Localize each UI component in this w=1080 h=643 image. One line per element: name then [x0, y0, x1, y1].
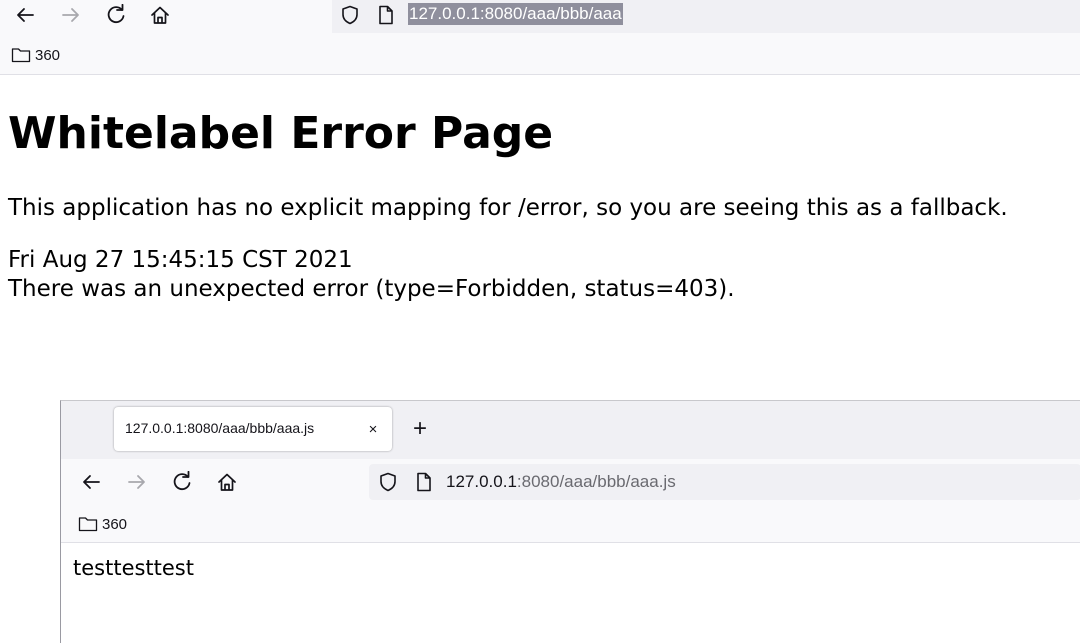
page-icon[interactable] — [412, 470, 436, 494]
bookmarks-bar: 360 — [0, 36, 1080, 75]
back-arrow-icon[interactable] — [79, 470, 103, 494]
tab-strip: 127.0.0.1:8080/aaa/bbb/aaa.js × + — [61, 401, 1080, 459]
error-timestamp: Fri Aug 27 15:45:15 CST 2021 — [8, 247, 353, 273]
new-tab-plus-icon[interactable]: + — [408, 417, 432, 441]
url-text-selected[interactable]: 127.0.0.1:8080/aaa/bbb/aaa — [408, 3, 623, 25]
inner-bookmarks-bar: 360 — [61, 505, 1080, 543]
forward-arrow-icon[interactable] — [59, 3, 83, 27]
tab-title: 127.0.0.1:8080/aaa/bbb/aaa.js — [125, 420, 315, 436]
error-message: This application has no explicit mapping… — [8, 195, 1008, 221]
inner-toolbar: 127.0.0.1:8080/aaa/bbb/aaa.js — [61, 459, 1080, 505]
inner-browser-window: 127.0.0.1:8080/aaa/bbb/aaa.js × + 127.0.… — [60, 400, 1080, 643]
forward-arrow-icon[interactable] — [125, 470, 149, 494]
reload-icon[interactable] — [170, 470, 194, 494]
reload-icon[interactable] — [104, 3, 128, 27]
url-path: :8080/aaa/bbb/aaa.js — [516, 472, 676, 491]
shield-icon[interactable] — [376, 470, 400, 494]
shield-icon[interactable] — [338, 3, 362, 27]
bookmark-folder-360[interactable]: 360 — [11, 46, 60, 64]
folder-icon — [11, 48, 31, 63]
close-icon[interactable]: × — [363, 419, 383, 439]
inner-url-text[interactable]: 127.0.0.1:8080/aaa/bbb/aaa.js — [446, 472, 676, 492]
home-icon[interactable] — [148, 3, 172, 27]
page-title: Whitelabel Error Page — [8, 108, 554, 159]
bookmark-label: 360 — [102, 515, 128, 533]
home-icon[interactable] — [215, 470, 239, 494]
back-arrow-icon[interactable] — [13, 3, 37, 27]
bookmark-folder-360[interactable]: 360 — [78, 515, 127, 533]
url-host: 127.0.0.1 — [446, 472, 517, 491]
bookmark-label: 360 — [35, 46, 61, 64]
folder-icon — [78, 517, 98, 532]
tab-active[interactable]: 127.0.0.1:8080/aaa/bbb/aaa.js × — [114, 407, 392, 451]
page-body-text: testtesttest — [73, 556, 194, 580]
error-detail: There was an unexpected error (type=Forb… — [8, 276, 735, 302]
page-icon[interactable] — [374, 3, 398, 27]
top-toolbar: 127.0.0.1:8080/aaa/bbb/aaa — [0, 0, 1080, 36]
